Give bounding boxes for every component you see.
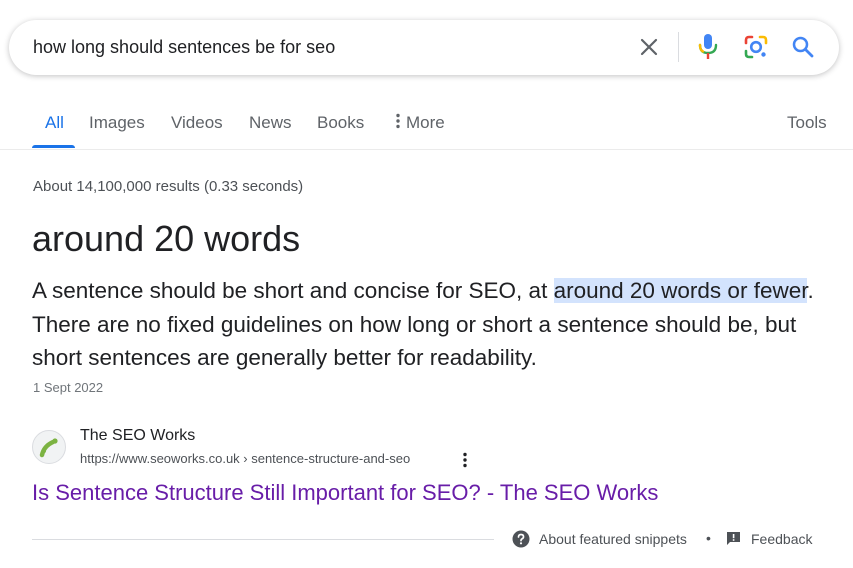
feedback-label: Feedback — [751, 530, 813, 547]
snippet-text-before: A sentence should be short and concise f… — [32, 278, 554, 303]
site-url[interactable]: https://www.seoworks.co.uk › sentence-st… — [80, 451, 410, 466]
question-circle-icon — [512, 530, 530, 548]
snippet-date: 1 Sept 2022 — [33, 380, 104, 395]
search-input[interactable]: how long should sentences be for seo — [33, 20, 593, 75]
tab-more-label: More — [406, 113, 445, 132]
featured-snippet-answer: around 20 words — [32, 218, 301, 259]
feedback-icon — [727, 532, 740, 545]
divider — [32, 539, 494, 540]
close-icon[interactable] — [634, 32, 664, 62]
snippet-highlight: around 20 words or fewer — [553, 278, 808, 303]
active-tab-indicator — [32, 145, 75, 148]
search-box-divider — [678, 32, 679, 62]
tab-all[interactable]: All — [45, 113, 64, 133]
search-box: how long should sentences be for seo — [9, 20, 839, 75]
tab-more[interactable]: More — [396, 113, 445, 134]
tab-news[interactable]: News — [249, 113, 292, 133]
search-tabs: All Images Videos News Books More Tools — [0, 100, 853, 150]
about-featured-snippets-label: About featured snippets — [539, 531, 687, 547]
tools-button[interactable]: Tools — [787, 113, 827, 133]
magnifier-icon[interactable] — [788, 32, 818, 62]
site-name[interactable]: The SEO Works — [80, 427, 195, 445]
site-favicon[interactable] — [32, 430, 66, 464]
microphone-icon[interactable] — [693, 32, 723, 62]
more-options-icon[interactable] — [458, 450, 472, 470]
tab-images[interactable]: Images — [89, 113, 145, 133]
about-featured-snippets-button[interactable]: About featured snippets — [512, 530, 687, 548]
tab-books[interactable]: Books — [317, 113, 364, 133]
result-title-link[interactable]: Is Sentence Structure Still Important fo… — [32, 480, 658, 506]
tab-videos[interactable]: Videos — [171, 113, 223, 133]
feedback-button[interactable]: Feedback — [725, 530, 812, 547]
google-lens-icon[interactable] — [741, 32, 771, 62]
featured-snippet-text: A sentence should be short and concise f… — [32, 274, 822, 375]
footer-separator: • — [706, 530, 711, 546]
vertical-dots-icon — [396, 113, 400, 134]
result-stats: About 14,100,000 results (0.33 seconds) — [33, 178, 304, 195]
